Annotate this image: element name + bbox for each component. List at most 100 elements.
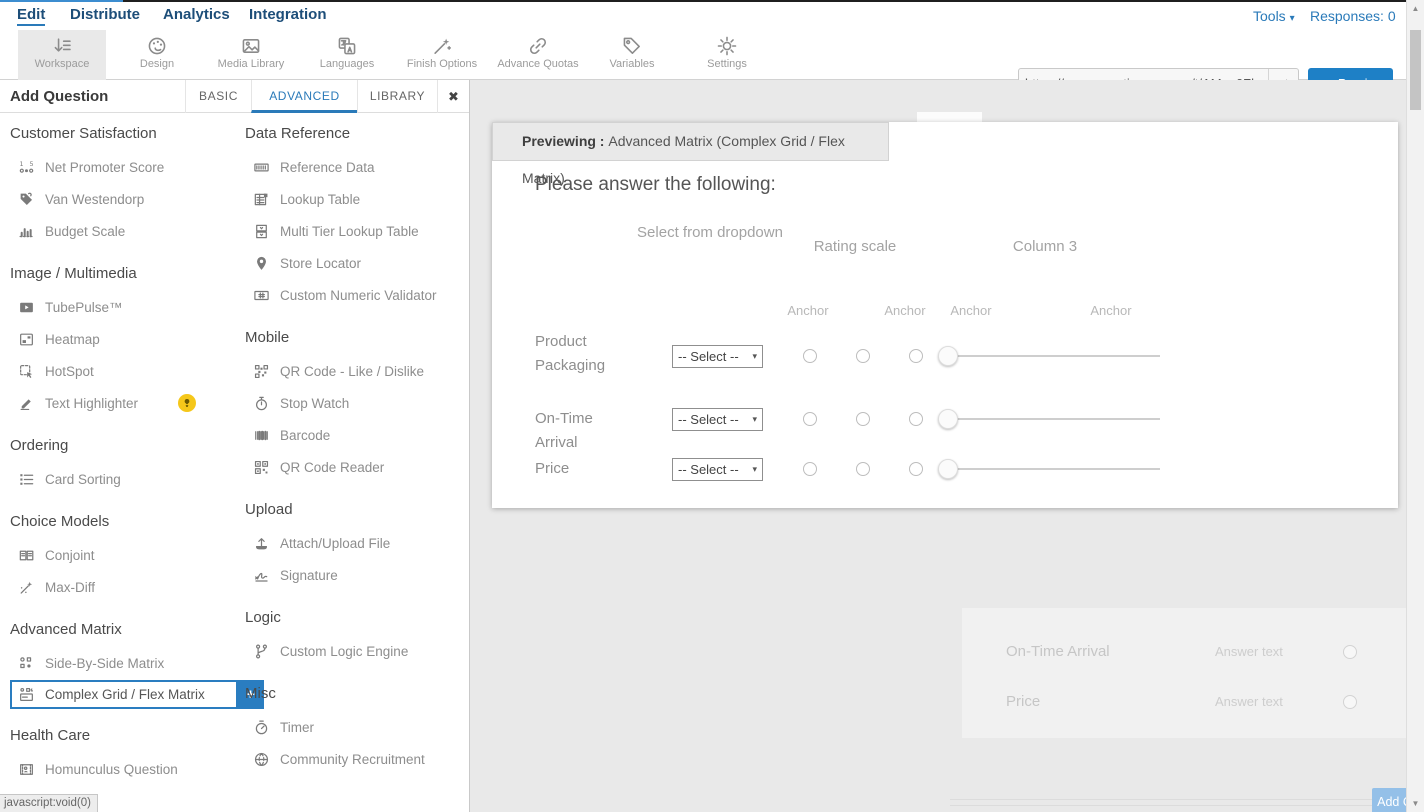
question-type-timer[interactable]: Timer bbox=[245, 711, 467, 743]
section-heading-customer-satisfaction: Customer Satisfaction bbox=[10, 125, 238, 145]
dropdown-on-time-arrival[interactable]: -- Select --▾ bbox=[672, 408, 763, 431]
dropdown-value: -- Select -- bbox=[678, 349, 739, 364]
hotspot-icon bbox=[18, 363, 35, 380]
question-type-custom-logic-engine[interactable]: Custom Logic Engine bbox=[245, 635, 467, 667]
responses-count[interactable]: Responses: 0 bbox=[1310, 8, 1396, 24]
section-health-care: Health CareHomunculus Question bbox=[10, 727, 238, 785]
rating-radio-on-time-arrival-1[interactable] bbox=[803, 412, 817, 426]
question-type-qr-code-like-dislike[interactable]: QR Code - Like / Dislike bbox=[245, 355, 467, 387]
toolbar-media-library[interactable]: Media Library bbox=[204, 30, 298, 80]
section-heading-choice-models: Choice Models bbox=[10, 513, 238, 533]
question-type-heatmap[interactable]: Heatmap bbox=[10, 323, 238, 355]
column-header-3: Column 3 bbox=[995, 234, 1095, 260]
store-locator-icon bbox=[253, 255, 270, 272]
toolbar-workspace[interactable]: Workspace bbox=[18, 30, 106, 80]
question-type-hotspot[interactable]: HotSpot bbox=[10, 355, 238, 387]
question-type-custom-numeric-validator[interactable]: Custom Numeric Validator bbox=[245, 279, 467, 311]
question-type-signature[interactable]: Signature bbox=[245, 559, 467, 591]
question-type-van-westendorp[interactable]: Van Westendorp bbox=[10, 183, 238, 215]
rating-radio-product-packaging-1[interactable] bbox=[803, 349, 817, 363]
tab-advanced[interactable]: ADVANCED bbox=[251, 80, 357, 113]
question-type-conjoint[interactable]: Conjoint bbox=[10, 539, 238, 571]
previewing-label: Previewing : bbox=[522, 133, 604, 149]
question-type-card-sorting[interactable]: Card Sorting bbox=[10, 463, 238, 495]
tab-library[interactable]: LIBRARY bbox=[357, 80, 437, 113]
nav-distribute[interactable]: Distribute bbox=[70, 6, 140, 23]
slider-handle-price[interactable] bbox=[938, 459, 958, 479]
toolbar-label-design: Design bbox=[120, 58, 194, 70]
bg-answer-text-on-time-arrival: Answer text bbox=[1215, 644, 1283, 659]
heatmap-icon bbox=[18, 331, 35, 348]
toolbar-label-finish-options: Finish Options bbox=[396, 58, 488, 70]
question-type-barcode[interactable]: Barcode bbox=[245, 419, 467, 451]
section-ordering: OrderingCard Sorting bbox=[10, 437, 238, 495]
question-type-label: Barcode bbox=[280, 428, 330, 443]
question-type-store-locator[interactable]: Store Locator bbox=[245, 247, 467, 279]
toolbar-design[interactable]: Design bbox=[120, 30, 194, 80]
question-type-multi-tier-lookup-table[interactable]: Multi Tier Lookup Table bbox=[245, 215, 467, 247]
timer-icon bbox=[253, 719, 270, 736]
rating-radio-product-packaging-3[interactable] bbox=[909, 349, 923, 363]
slider-track-price bbox=[952, 468, 1160, 470]
section-advanced-matrix: Advanced MatrixSide-By-Side MatrixComple… bbox=[10, 621, 238, 709]
question-type-tubepulse[interactable]: TubePulse™ bbox=[10, 291, 238, 323]
rating-radio-price-1[interactable] bbox=[803, 462, 817, 476]
net-promoter-score-icon: 15 bbox=[18, 159, 35, 176]
dropdown-price[interactable]: -- Select --▾ bbox=[672, 458, 763, 481]
card-sorting-icon bbox=[18, 471, 35, 488]
question-type-label: HotSpot bbox=[45, 364, 94, 379]
qr-code-reader-icon bbox=[253, 459, 270, 476]
bg-row-label-on-time-arrival: On-Time Arrival bbox=[1006, 643, 1110, 660]
question-type-homunculus-question[interactable]: Homunculus Question bbox=[10, 753, 238, 785]
nav-edit[interactable]: Edit bbox=[17, 6, 45, 26]
scrollbar-up-arrow[interactable]: ▲ bbox=[1407, 4, 1424, 13]
section-heading-mobile: Mobile bbox=[245, 329, 467, 349]
rating-radio-product-packaging-2[interactable] bbox=[856, 349, 870, 363]
toolbar-finish-options[interactable]: Finish Options bbox=[396, 30, 488, 80]
tools-menu[interactable]: Tools ▾ bbox=[1253, 8, 1295, 24]
question-type-net-promoter-score[interactable]: 15Net Promoter Score bbox=[10, 151, 238, 183]
question-type-qr-code-reader[interactable]: QR Code Reader bbox=[245, 451, 467, 483]
svg-text:5: 5 bbox=[29, 160, 33, 168]
toolbar-advance-quotas[interactable]: Advance Quotas bbox=[492, 30, 584, 80]
lookup-table-icon bbox=[253, 191, 270, 208]
tubepulse-icon bbox=[18, 299, 35, 316]
rating-radio-on-time-arrival-2[interactable] bbox=[856, 412, 870, 426]
slider-track-product-packaging bbox=[952, 355, 1160, 357]
question-type-side-by-side-matrix[interactable]: Side-By-Side Matrix bbox=[10, 647, 238, 679]
custom-numeric-validator-icon bbox=[253, 287, 270, 304]
question-type-max-diff[interactable]: Max-Diff bbox=[10, 571, 238, 603]
dropdown-product-packaging[interactable]: -- Select --▾ bbox=[672, 345, 763, 368]
slider-handle-product-packaging[interactable] bbox=[938, 346, 958, 366]
question-type-lookup-table[interactable]: Lookup Table bbox=[245, 183, 467, 215]
question-type-label: Homunculus Question bbox=[45, 762, 178, 777]
section-heading-logic: Logic bbox=[245, 609, 467, 629]
question-type-reference-data[interactable]: Reference Data bbox=[245, 151, 467, 183]
van-westendorp-icon bbox=[18, 191, 35, 208]
question-type-attach-upload-file[interactable]: Attach/Upload File bbox=[245, 527, 467, 559]
rating-radio-price-3[interactable] bbox=[909, 462, 923, 476]
stop-watch-icon bbox=[253, 395, 270, 412]
multi-tier-lookup-table-icon bbox=[253, 223, 270, 240]
scrollbar-thumb[interactable] bbox=[1410, 30, 1421, 110]
toolbar-variables[interactable]: Variables bbox=[594, 30, 670, 80]
question-type-budget-scale[interactable]: Budget Scale bbox=[10, 215, 238, 247]
close-panel-button[interactable]: ✖ bbox=[437, 80, 469, 113]
question-type-text-highlighter[interactable]: Text Highlighter bbox=[10, 387, 238, 419]
question-type-complex-grid-flex-matrix[interactable]: Complex Grid / Flex Matrix+ bbox=[10, 680, 238, 709]
divider-line-2 bbox=[950, 805, 1424, 806]
rating-radio-on-time-arrival-3[interactable] bbox=[909, 412, 923, 426]
nav-integration[interactable]: Integration bbox=[249, 6, 327, 23]
question-type-community-recruitment[interactable]: Community Recruitment bbox=[245, 743, 467, 775]
question-type-label: Card Sorting bbox=[45, 472, 121, 487]
slider-handle-on-time-arrival[interactable] bbox=[938, 409, 958, 429]
bg-row-label-price: Price bbox=[1006, 693, 1040, 710]
question-type-stop-watch[interactable]: Stop Watch bbox=[245, 387, 467, 419]
toolbar-languages[interactable]: Languages bbox=[306, 30, 388, 80]
rating-radio-price-2[interactable] bbox=[856, 462, 870, 476]
scrollbar-down-arrow[interactable]: ▼ bbox=[1407, 799, 1424, 808]
toolbar-settings[interactable]: Settings bbox=[684, 30, 770, 80]
toolbar-label-media-library: Media Library bbox=[204, 58, 298, 70]
nav-analytics[interactable]: Analytics bbox=[163, 6, 230, 23]
tab-basic[interactable]: BASIC bbox=[185, 80, 251, 113]
